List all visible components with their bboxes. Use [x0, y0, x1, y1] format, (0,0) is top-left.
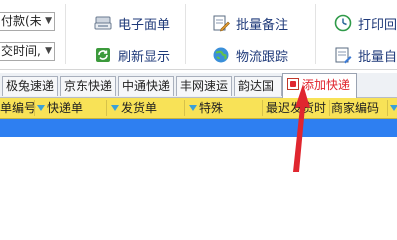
column-divider: [184, 100, 185, 116]
refresh-icon: [94, 46, 112, 64]
scanner-icon: [94, 14, 112, 32]
tab-label: 丰网速运: [180, 79, 229, 93]
column-divider: [262, 100, 263, 116]
courier-tab-strip: 极兔速递 京东快递 中通快递 丰网速运 韵达国 添加快递: [0, 73, 397, 98]
toolbar-divider: [65, 4, 66, 64]
payment-filter-select[interactable]: 付款(未 ▼: [0, 12, 55, 31]
filter-icon[interactable]: [111, 105, 119, 111]
column-header-merchant-code[interactable]: 商家编码: [331, 98, 379, 118]
tab-jitu-express[interactable]: 极兔速递: [2, 76, 58, 96]
batch-custom-button[interactable]: 批量自由: [334, 44, 397, 66]
filter-icon[interactable]: [189, 105, 197, 111]
column-label: 商家编码: [331, 101, 380, 115]
e-waybill-button[interactable]: 电子面单: [94, 12, 170, 34]
globe-icon: [212, 46, 230, 64]
tab-label: 添加快递: [302, 78, 351, 92]
tab-label: 极兔速递: [6, 79, 55, 93]
chevron-down-icon[interactable]: ▼: [45, 13, 52, 30]
batch-note-label: 批量备注: [236, 17, 289, 33]
tab-label: 京东快递: [64, 79, 113, 93]
column-header-order-no[interactable]: 单编号: [0, 98, 36, 118]
toolbar-divider: [315, 4, 316, 64]
chevron-down-icon[interactable]: ▼: [45, 43, 52, 60]
print-return-label: 打印回: [358, 17, 397, 33]
print-return-button[interactable]: 打印回: [334, 12, 397, 34]
column-divider: [329, 100, 330, 116]
refresh-label: 刷新显示: [118, 49, 171, 65]
column-label: 最迟发货时: [266, 101, 327, 115]
time-filter-select[interactable]: 交时间, ▼: [0, 42, 55, 61]
tab-fengwang-express[interactable]: 丰网速运: [176, 76, 232, 96]
column-header-latest-ship-time[interactable]: 最迟发货时: [266, 98, 326, 118]
grid-header: 单编号 快递单 发货单 特殊 最迟发货时 商家编码: [0, 98, 397, 119]
table-row[interactable]: [0, 119, 397, 137]
clock-icon: [334, 14, 352, 32]
column-label: 快递单: [47, 101, 84, 115]
column-label: 单编号: [0, 101, 37, 115]
column-divider: [34, 100, 35, 116]
logistics-tracking-button[interactable]: 物流跟踪: [212, 44, 288, 66]
time-filter-value: 交时间,: [1, 44, 41, 58]
tab-jd-express[interactable]: 京东快递: [60, 76, 116, 96]
logistics-tracking-label: 物流跟踪: [236, 49, 289, 65]
filter-icon[interactable]: [390, 105, 397, 111]
document-edit-icon: [334, 46, 352, 64]
tab-add-courier[interactable]: 添加快递: [282, 73, 357, 98]
column-divider: [106, 100, 107, 116]
add-courier-icon: [287, 78, 299, 90]
column-label: 特殊: [199, 101, 224, 115]
column-header-shipping-no[interactable]: 发货单: [111, 98, 157, 118]
tab-yunda-express[interactable]: 韵达国: [234, 76, 282, 96]
column-label: 发货单: [121, 101, 158, 115]
batch-note-button[interactable]: 批量备注: [212, 12, 288, 34]
batch-custom-label: 批量自由: [358, 49, 397, 65]
e-waybill-label: 电子面单: [118, 17, 171, 33]
tab-zto-express[interactable]: 中通快递: [118, 76, 174, 96]
edit-note-icon: [212, 14, 230, 32]
tab-label: 韵达国: [238, 79, 275, 93]
filter-icon[interactable]: [37, 105, 45, 111]
column-divider: [387, 100, 388, 116]
payment-filter-value: 付款(未: [1, 14, 41, 28]
refresh-button[interactable]: 刷新显示: [94, 44, 170, 66]
column-header-special[interactable]: 特殊: [189, 98, 223, 118]
toolbar: 付款(未 ▼ 交时间, ▼ 电子面单 刷新显示 批量备注 物流跟踪 打印回 批量…: [0, 0, 397, 70]
column-header-overflow[interactable]: [390, 98, 397, 118]
column-header-express-no[interactable]: 快递单: [37, 98, 83, 118]
tab-label: 中通快递: [122, 79, 171, 93]
toolbar-divider: [185, 4, 186, 64]
